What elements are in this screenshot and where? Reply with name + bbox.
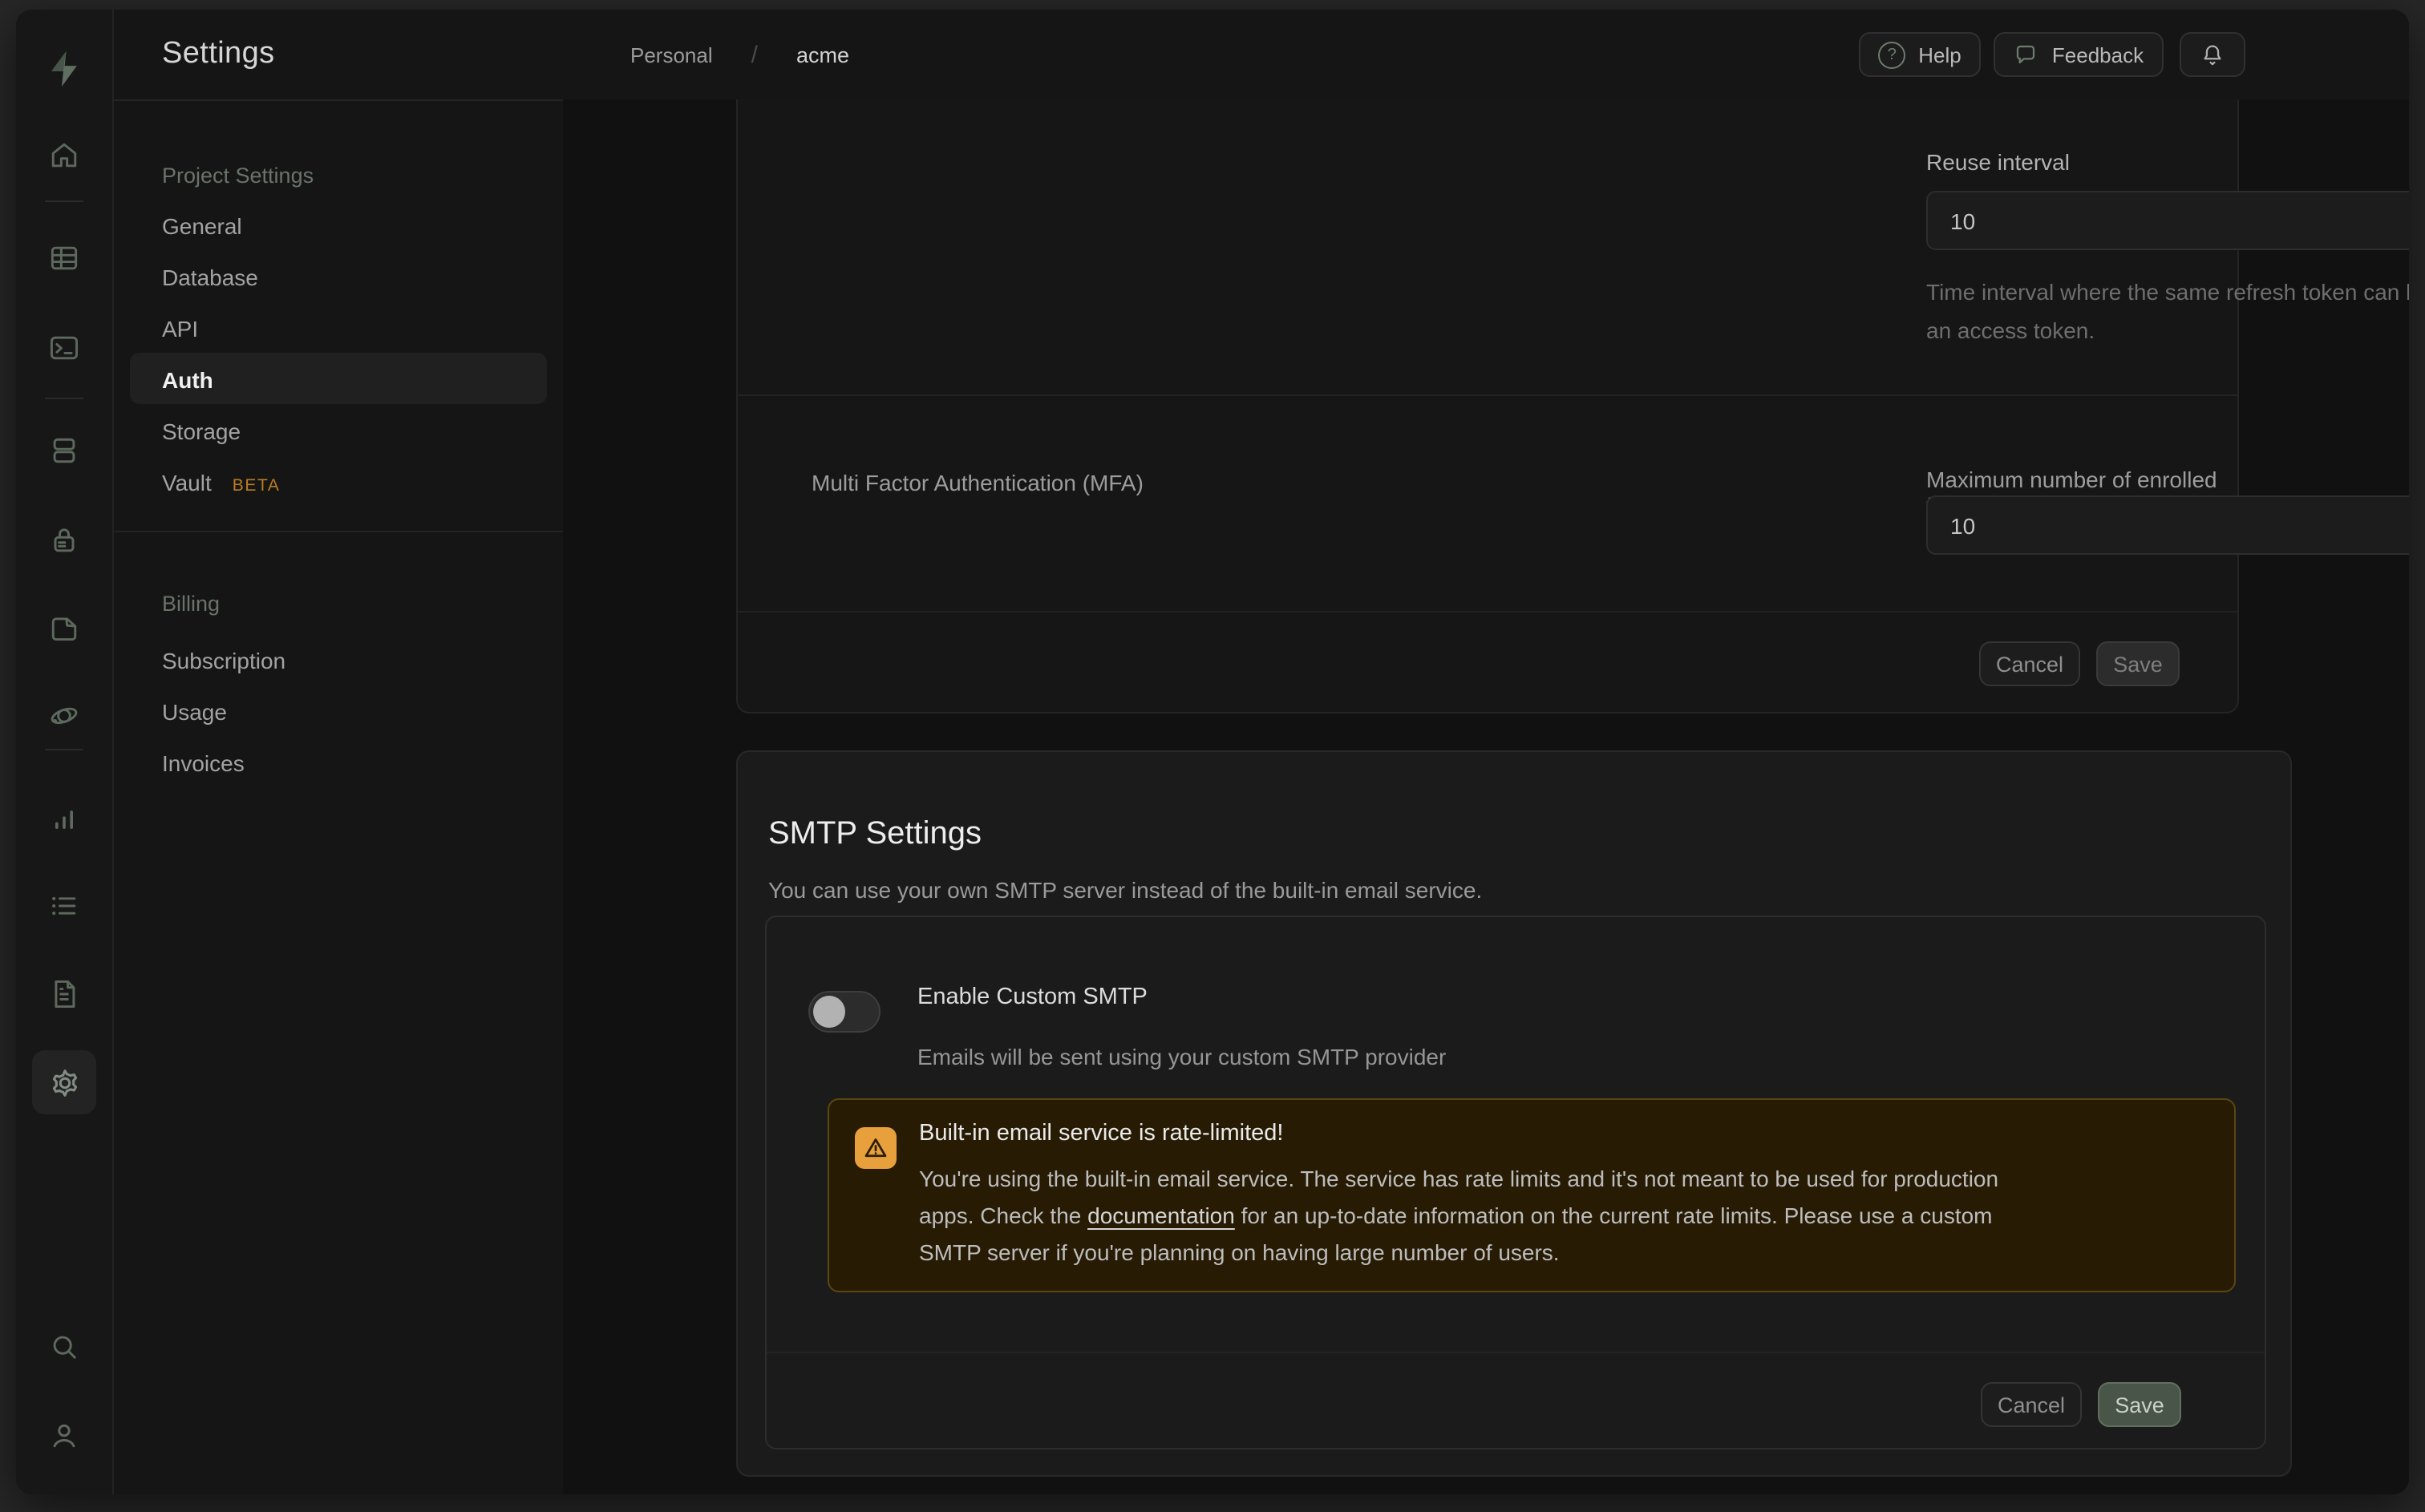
breadcrumb-separator: / <box>751 41 758 68</box>
footer-divider <box>738 611 2237 612</box>
auth-save-button[interactable]: Save <box>2096 641 2180 686</box>
rate-limit-warning-alert: Built-in email service is rate-limited! … <box>828 1098 2236 1292</box>
sidebar-item-vault[interactable]: VaultBETA <box>162 470 280 495</box>
mfa-section-label: Multi Factor Authentication (MFA) <box>812 470 1144 495</box>
breadcrumb: Personal / acme <box>630 10 849 99</box>
user-icon[interactable] <box>16 1403 112 1467</box>
breadcrumb-org[interactable]: Personal <box>630 42 713 67</box>
table-editor-icon[interactable] <box>16 226 112 290</box>
logs-icon[interactable] <box>16 874 112 938</box>
sql-editor-icon[interactable] <box>16 316 112 380</box>
smtp-save-button[interactable]: Save <box>2098 1382 2181 1427</box>
auth-cancel-button[interactable]: Cancel <box>1979 641 2080 686</box>
rail-divider <box>45 200 83 202</box>
mfa-max-factors-input[interactable]: 10 <box>1926 495 2409 555</box>
documentation-link[interactable]: documentation <box>1087 1203 1235 1228</box>
beta-badge: BETA <box>233 476 281 495</box>
section-divider <box>738 394 2237 396</box>
nav-section-billing: Billing <box>162 592 220 616</box>
help-circle-icon: ? <box>1878 41 1905 68</box>
reuse-interval-help: Time interval where the same refresh tok… <box>1926 273 2409 350</box>
help-button[interactable]: ? Help <box>1859 32 1981 77</box>
sidebar-item-auth[interactable]: Auth <box>162 367 213 393</box>
enable-custom-smtp-label: Enable Custom SMTP <box>917 984 1148 1010</box>
rail-divider <box>45 749 83 750</box>
rail-divider <box>45 398 83 399</box>
enable-custom-smtp-description: Emails will be sent using your custom SM… <box>917 1044 1446 1069</box>
smtp-cancel-button[interactable]: Cancel <box>1981 1382 2082 1427</box>
smtp-card: Enable Custom SMTP Emails will be sent u… <box>765 916 2266 1449</box>
edge-functions-icon[interactable] <box>16 683 112 747</box>
feedback-button[interactable]: Feedback <box>1994 32 2164 77</box>
sidebar-item-invoices[interactable]: Invoices <box>162 750 245 776</box>
smtp-footer-divider <box>767 1352 2265 1353</box>
smtp-subtitle: You can use your own SMTP server instead… <box>768 877 1482 903</box>
api-docs-icon[interactable] <box>16 962 112 1026</box>
page-title: Settings <box>162 37 275 72</box>
settings-sidebar: Settings Project Settings General Databa… <box>114 10 565 1494</box>
reuse-interval-value: 10 <box>1950 208 1975 233</box>
alert-body: You're using the built-in email service.… <box>919 1161 2202 1271</box>
icon-rail <box>16 10 114 1494</box>
notifications-bell-button[interactable] <box>2180 32 2245 77</box>
sidebar-item-storage[interactable]: Storage <box>162 418 241 444</box>
project-settings-gear-icon[interactable] <box>16 1050 112 1114</box>
feedback-bubble-icon <box>2014 42 2039 67</box>
nav-divider <box>114 531 563 532</box>
reuse-interval-label: Reuse interval <box>1926 149 2070 175</box>
storage-icon[interactable] <box>16 595 112 659</box>
smtp-title: SMTP Settings <box>768 816 982 853</box>
reuse-interval-input[interactable]: 10 seconds <box>1926 191 2409 250</box>
supabase-bolt-icon[interactable] <box>16 42 112 96</box>
mfa-max-factors-value: 10 <box>1950 512 1975 538</box>
auth-settings-panel: Reuse interval 10 seconds Time interval … <box>736 99 2239 714</box>
enable-custom-smtp-toggle[interactable] <box>808 991 881 1033</box>
breadcrumb-project[interactable]: acme <box>796 42 849 67</box>
reports-icon[interactable] <box>16 787 112 851</box>
authentication-lock-icon[interactable] <box>16 508 112 572</box>
settings-sidebar-header: Settings <box>114 10 563 101</box>
sidebar-item-api[interactable]: API <box>162 316 198 342</box>
sidebar-item-general[interactable]: General <box>162 213 242 239</box>
main-content: Reuse interval 10 seconds Time interval … <box>563 99 2409 1494</box>
sidebar-item-database[interactable]: Database <box>162 265 258 290</box>
warning-triangle-icon <box>855 1127 897 1169</box>
bell-icon <box>2199 41 2226 68</box>
nav-section-project-settings: Project Settings <box>162 164 314 188</box>
database-icon[interactable] <box>16 418 112 483</box>
sidebar-item-usage[interactable]: Usage <box>162 699 227 725</box>
alert-title: Built-in email service is rate-limited! <box>919 1121 1283 1146</box>
app-window: Settings Project Settings General Databa… <box>16 10 2409 1494</box>
screen: Settings Project Settings General Databa… <box>0 0 2425 1512</box>
smtp-settings-panel: SMTP Settings You can use your own SMTP … <box>736 750 2292 1477</box>
sidebar-item-subscription[interactable]: Subscription <box>162 648 285 673</box>
search-icon[interactable] <box>16 1315 112 1379</box>
home-icon[interactable] <box>16 123 112 188</box>
toggle-knob <box>813 996 845 1028</box>
top-header: Personal / acme ? Help Feedback <box>563 10 2409 101</box>
